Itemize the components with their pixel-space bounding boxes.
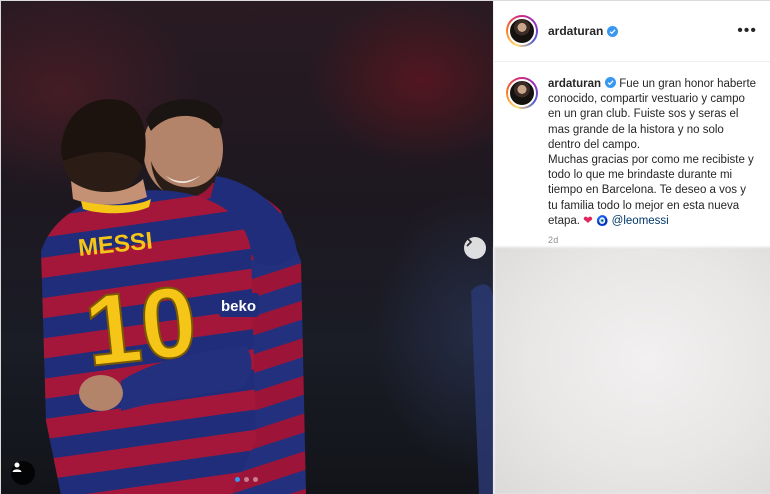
carousel-dot-3 bbox=[253, 477, 258, 482]
tagged-users-button[interactable] bbox=[11, 461, 35, 485]
heart-emoji: ❤ bbox=[583, 214, 593, 227]
blurred-region bbox=[494, 247, 770, 494]
avatar[interactable] bbox=[506, 15, 538, 47]
post-dialog: MESSI 10 beko ardaturan ••• ardaturan Fu… bbox=[0, 0, 770, 494]
post-username[interactable]: ardaturan bbox=[548, 24, 603, 38]
mention-link[interactable]: @leomessi bbox=[612, 215, 669, 227]
photo-illustration: MESSI 10 beko bbox=[41, 99, 493, 494]
caption: ardaturan Fue un gran honor haberte cono… bbox=[494, 63, 770, 247]
verified-badge-icon bbox=[605, 77, 617, 88]
sponsor-logo: beko bbox=[221, 298, 256, 315]
post-timestamp[interactable]: 2d bbox=[548, 233, 758, 247]
post-header: ardaturan ••• bbox=[494, 1, 770, 62]
more-options-icon[interactable]: ••• bbox=[737, 23, 757, 39]
caption-avatar[interactable] bbox=[506, 77, 538, 109]
caption-text: Fue un gran honor haberte conocido, comp… bbox=[548, 78, 757, 227]
post-side-panel: ardaturan ••• ardaturan Fue un gran hono… bbox=[493, 1, 770, 494]
nazar-emoji: 🧿 bbox=[596, 215, 609, 227]
carousel-next-button[interactable] bbox=[464, 237, 486, 259]
carousel-dot-2 bbox=[244, 477, 249, 482]
caption-body: ardaturan Fue un gran honor haberte cono… bbox=[548, 77, 758, 247]
carousel-dot-1 bbox=[235, 477, 240, 482]
post-photo[interactable]: MESSI 10 beko bbox=[1, 1, 493, 494]
caption-username[interactable]: ardaturan bbox=[548, 78, 601, 90]
verified-badge-icon bbox=[607, 25, 619, 37]
carousel-indicator bbox=[235, 477, 258, 482]
